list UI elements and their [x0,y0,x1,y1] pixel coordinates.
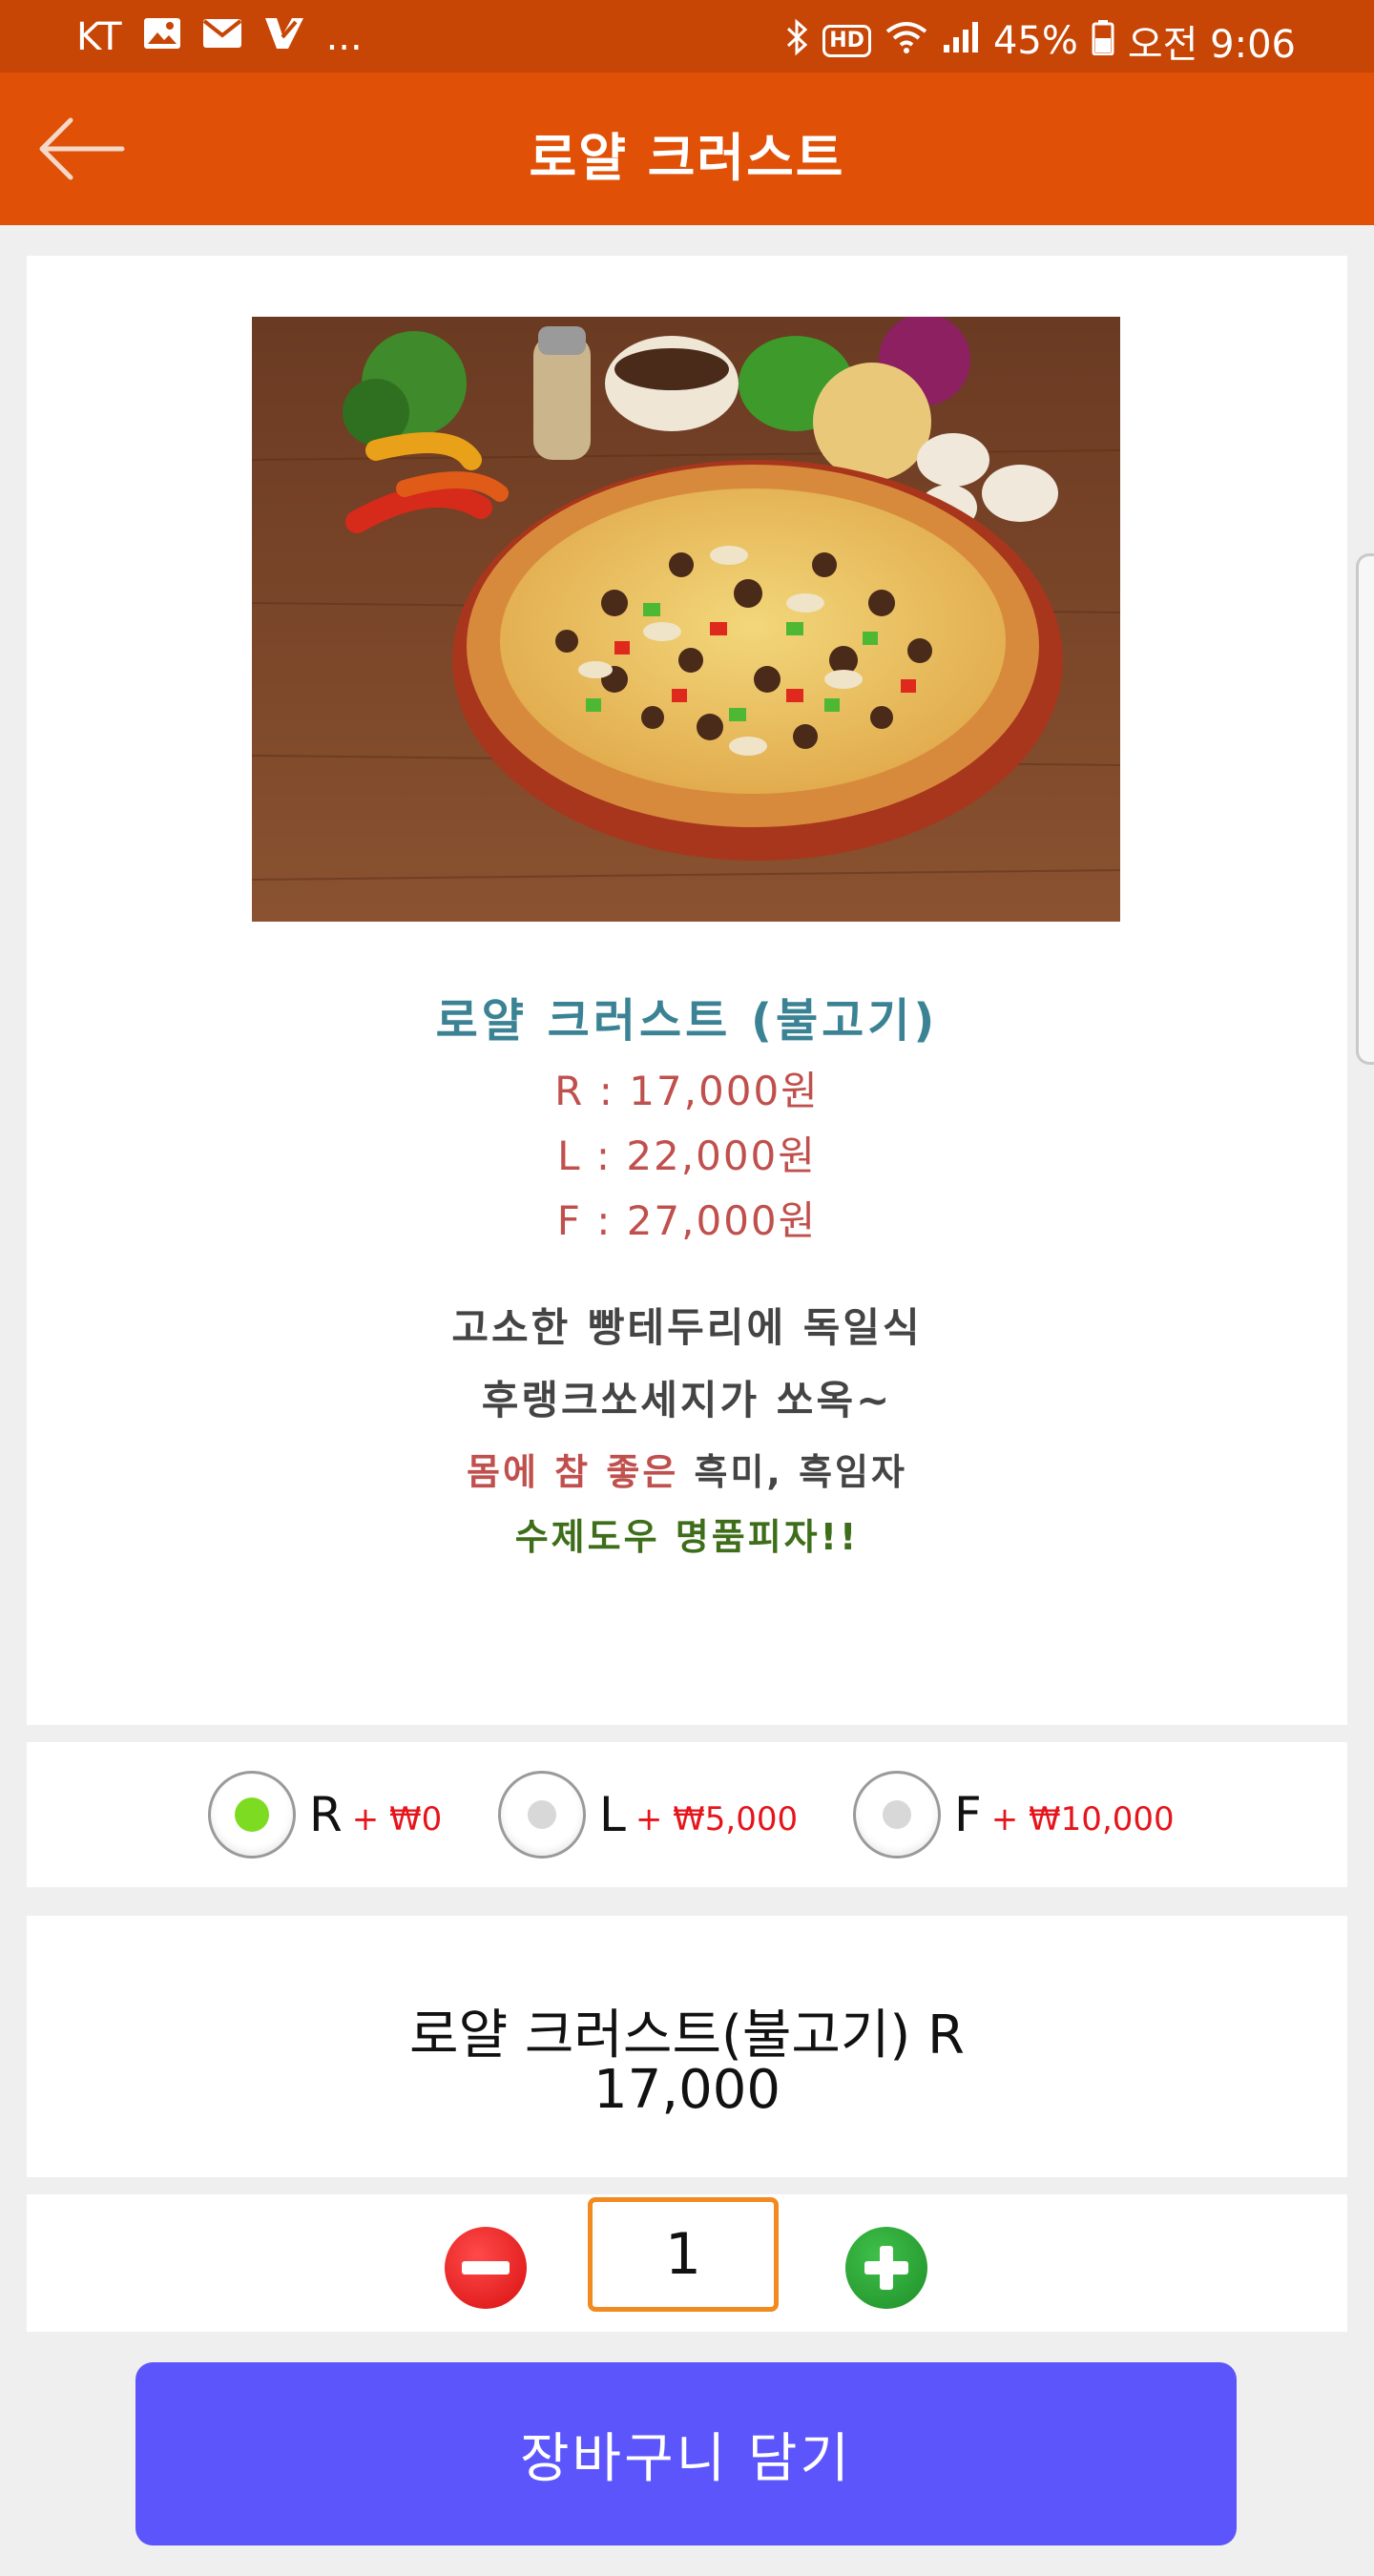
gallery-icon [143,17,181,58]
quantity-input[interactable] [588,2197,779,2312]
summary-item-name: 로얄 크러스트(불고기) R [409,2005,965,2067]
size-extra-l: + ₩5,000 [635,1800,799,1839]
battery-icon [1092,19,1114,64]
app-notification-icon [263,16,305,59]
pizza-image [252,317,1120,922]
order-summary: 로얄 크러스트(불고기) R 17,000 [27,1916,1347,2177]
description-line-1: 고소한 빵테두리에 독일식 [451,1304,923,1351]
size-option-f[interactable]: F + ₩10,000 [853,1767,1175,1862]
plus-icon [864,2246,908,2290]
size-option-r[interactable]: R + ₩0 [208,1767,442,1862]
radio-button[interactable] [498,1771,586,1859]
battery-percent: 45% [992,19,1078,63]
product-card: 로얄 크러스트 (불고기) R : 17,000원 L : 22,000원 F … [27,256,1347,1725]
radio-button-checked[interactable] [208,1771,296,1859]
mail-icon [202,18,242,57]
size-option-l[interactable]: L + ₩5,000 [498,1767,798,1862]
description-highlight: 몸에 참 좋은 [467,1451,679,1493]
carrier-label: KT [76,15,122,59]
description-rest: 흑미, 흑임자 [678,1451,907,1493]
increase-quantity-button[interactable] [845,2227,927,2309]
signal-icon [942,20,980,63]
size-options: R + ₩0 L + ₩5,000 F + ₩10,000 [27,1742,1347,1887]
hd-voice-icon: HD [822,25,871,57]
wifi-icon [885,20,928,63]
price-regular: R : 17,000원 [554,1068,820,1114]
clock: 오전 9:06 [1127,23,1296,67]
description-line-3: 몸에 참 좋은 흑미, 흑임자 [27,1443,1347,1495]
size-label-f: F [954,1787,982,1842]
price-large: L : 22,000원 [557,1132,817,1179]
edge-panel-handle[interactable] [1356,553,1374,1065]
product-name: 로얄 크러스트 (불고기) [435,994,939,1048]
app-toolbar: 로얄 크러스트 [0,73,1374,225]
decrease-quantity-button[interactable] [445,2227,527,2309]
radio-button[interactable] [853,1771,941,1859]
size-label-r: R [309,1787,343,1842]
size-extra-f: + ₩10,000 [990,1800,1175,1839]
description-line-4: 수제도우 명품피자!! [514,1516,860,1558]
quantity-stepper [27,2194,1347,2332]
size-label-l: L [599,1787,626,1842]
add-to-cart-button[interactable]: 장바구니 담기 [135,2362,1237,2545]
price-family: F : 27,000원 [556,1197,818,1244]
size-extra-r: + ₩0 [351,1800,443,1839]
bluetooth-icon [784,18,809,65]
description-line-2: 후랭크쏘세지가 쏘옥~ [481,1377,893,1423]
minus-icon [462,2261,510,2275]
status-bar: KT ... HD 45% 오전 9:06 [0,0,1374,73]
page-title: 로얄 크러스트 [529,128,845,188]
more-notifications: ... [325,15,363,59]
summary-price: 17,000 [593,2059,781,2121]
